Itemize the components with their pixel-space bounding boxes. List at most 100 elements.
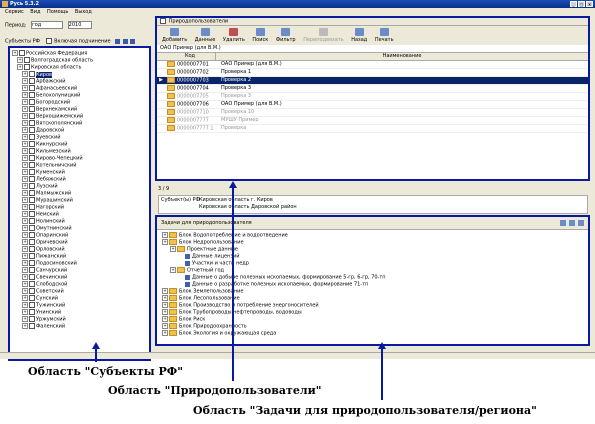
subject-checkbox[interactable] — [29, 141, 35, 147]
subject-tree-item[interactable]: + Омутнинский — [10, 225, 149, 232]
subject-tree-item[interactable]: + Орловский — [10, 246, 149, 253]
expand-toggle-icon[interactable]: + — [22, 309, 28, 315]
menu-item-service[interactable]: Сервис — [5, 9, 24, 15]
subject-tree-item[interactable]: + Котельничский — [10, 162, 149, 169]
subject-tree-item[interactable]: + Уржумский — [10, 316, 149, 323]
subject-checkbox[interactable] — [29, 155, 35, 161]
expand-toggle-icon[interactable]: + — [22, 225, 28, 231]
subject-checkbox[interactable] — [29, 99, 35, 105]
expand-toggle-icon[interactable]: + — [22, 92, 28, 98]
table-row[interactable]: 0000007701 ОАО Пример (для В.М.) — [157, 61, 588, 69]
subject-tree-item[interactable]: + Волгоградская область — [10, 57, 149, 64]
table-row[interactable]: 0000007777 1 Проверка — [157, 125, 588, 133]
task-tree-item[interactable]: + Блок Производство и потребление энергон… — [157, 302, 588, 309]
subject-checkbox[interactable] — [29, 92, 35, 98]
subject-checkbox[interactable] — [29, 288, 35, 294]
menu-item-help[interactable]: Помощь — [47, 9, 68, 15]
subject-checkbox[interactable] — [29, 106, 35, 112]
expand-toggle-icon[interactable]: + — [22, 267, 28, 273]
subject-tree-item[interactable]: + Оричевский — [10, 239, 149, 246]
task-tree-item[interactable]: + Блок Трубопроводы нефтепроводы, водовод… — [157, 309, 588, 316]
subject-tree-item[interactable]: + Сунский — [10, 295, 149, 302]
subject-tree-item[interactable]: + Белохолуницкий — [10, 92, 149, 99]
expand-toggle-icon[interactable]: + — [162, 302, 168, 308]
expand-toggle-icon[interactable]: + — [22, 127, 28, 133]
subject-tree-item[interactable]: + Верхнекамский — [10, 106, 149, 113]
expand-toggle-icon[interactable]: + — [170, 246, 176, 252]
subject-tree-item[interactable]: + Слободской — [10, 281, 149, 288]
table-row[interactable]: 0000007705 Проверка 3 — [157, 93, 588, 101]
expand-toggle-icon[interactable]: + — [162, 295, 168, 301]
task-tree-item[interactable]: + Отчетный год — [157, 267, 588, 274]
back-button[interactable]: Назад — [351, 28, 367, 43]
subject-checkbox[interactable] — [29, 225, 35, 231]
expand-toggle-icon[interactable]: + — [22, 162, 28, 168]
expand-all-icon[interactable] — [115, 38, 121, 44]
expand-toggle-icon[interactable]: + — [22, 316, 28, 322]
subject-tree-item[interactable]: + Кирово-Чепецкий — [10, 155, 149, 162]
subject-checkbox[interactable] — [29, 316, 35, 322]
subject-checkbox[interactable] — [29, 176, 35, 182]
subject-checkbox[interactable] — [29, 246, 35, 252]
expand-toggle-icon[interactable]: + — [22, 99, 28, 105]
expand-toggle-icon[interactable]: + — [162, 330, 168, 336]
subject-tree-item[interactable]: + Унинский — [10, 309, 149, 316]
subject-checkbox[interactable] — [29, 253, 35, 259]
expand-toggle-icon[interactable]: + — [162, 288, 168, 294]
subject-tree-item[interactable]: + Пижанский — [10, 253, 149, 260]
subject-tree-item[interactable]: + Богородский — [10, 99, 149, 106]
subject-tree-item[interactable]: + Афанасьевский — [10, 85, 149, 92]
subject-checkbox[interactable] — [29, 309, 35, 315]
subject-tree-item[interactable]: + Вятскополянский — [10, 120, 149, 127]
subject-checkbox[interactable] — [29, 323, 35, 329]
subject-tree-item[interactable]: + Фаленский — [10, 323, 149, 330]
minimize-button[interactable]: _ — [570, 1, 577, 7]
subject-tree-item[interactable]: + Куменский — [10, 169, 149, 176]
task-tree-item[interactable]: + Блок Землепользование — [157, 288, 588, 295]
expand-toggle-icon[interactable]: + — [12, 50, 18, 56]
table-row[interactable]: 0000007777 МУШУ Пример — [157, 117, 588, 125]
expand-toggle-icon[interactable]: + — [22, 85, 28, 91]
table-row[interactable]: 0000007704 Проверка 3 — [157, 85, 588, 93]
expand-toggle-icon[interactable]: + — [22, 253, 28, 259]
subject-checkbox[interactable] — [29, 190, 35, 196]
task-tree-item[interactable]: Участки и части недр — [157, 260, 588, 267]
column-name[interactable]: Наименование — [216, 53, 588, 60]
subject-checkbox[interactable] — [29, 295, 35, 301]
include-children-checkbox[interactable] — [45, 38, 52, 44]
table-row[interactable]: ▶ 0000007703 Проверка 2 — [157, 77, 588, 85]
search-button[interactable]: Поиск — [252, 28, 268, 43]
subject-checkbox[interactable] — [29, 204, 35, 210]
expand-toggle-icon[interactable]: + — [22, 260, 28, 266]
expand-toggle-icon[interactable]: + — [162, 232, 168, 238]
subject-checkbox[interactable] — [29, 85, 35, 91]
subject-tree-item[interactable]: + Нолинский — [10, 218, 149, 225]
print-button[interactable]: Печать — [375, 28, 394, 43]
task-tree-item[interactable]: + Блок Риск — [157, 316, 588, 323]
expand-toggle-icon[interactable]: + — [22, 197, 28, 203]
check-all-icon[interactable] — [130, 38, 136, 44]
expand-toggle-icon[interactable]: + — [22, 148, 28, 154]
subject-tree-item[interactable]: + Санчурский — [10, 267, 149, 274]
expand-toggle-icon[interactable]: + — [170, 267, 176, 273]
expand-toggle-icon[interactable]: + — [22, 204, 28, 210]
subject-checkbox[interactable] — [29, 232, 35, 238]
subject-tree-item[interactable]: + Нагорский — [10, 204, 149, 211]
subject-checkbox[interactable] — [29, 239, 35, 245]
subject-checkbox[interactable] — [29, 169, 35, 175]
subject-tree-item[interactable]: + Малмыжский — [10, 190, 149, 197]
subject-checkbox[interactable] — [29, 218, 35, 224]
subject-tree-item[interactable]: + Лузский — [10, 183, 149, 190]
expand-toggle-icon[interactable]: + — [22, 239, 28, 245]
task-tree-item[interactable]: + Блок Природоохранность — [157, 323, 588, 330]
subject-tree-item[interactable]: + Зуевский — [10, 134, 149, 141]
subject-tree-item[interactable]: + Опаринский — [10, 232, 149, 239]
subject-checkbox[interactable] — [29, 113, 35, 119]
expand-toggle-icon[interactable]: + — [22, 155, 28, 161]
tasks-grid-icon[interactable] — [560, 220, 566, 226]
menu-item-exit[interactable]: Выход — [75, 9, 92, 15]
users-header-checkbox[interactable] — [160, 18, 166, 24]
task-tree-item[interactable]: + Проектные данные — [157, 246, 588, 253]
task-tree-item[interactable]: + Блок Недропользование — [157, 239, 588, 246]
table-row[interactable]: 0000007702 Проверка 1 — [157, 69, 588, 77]
